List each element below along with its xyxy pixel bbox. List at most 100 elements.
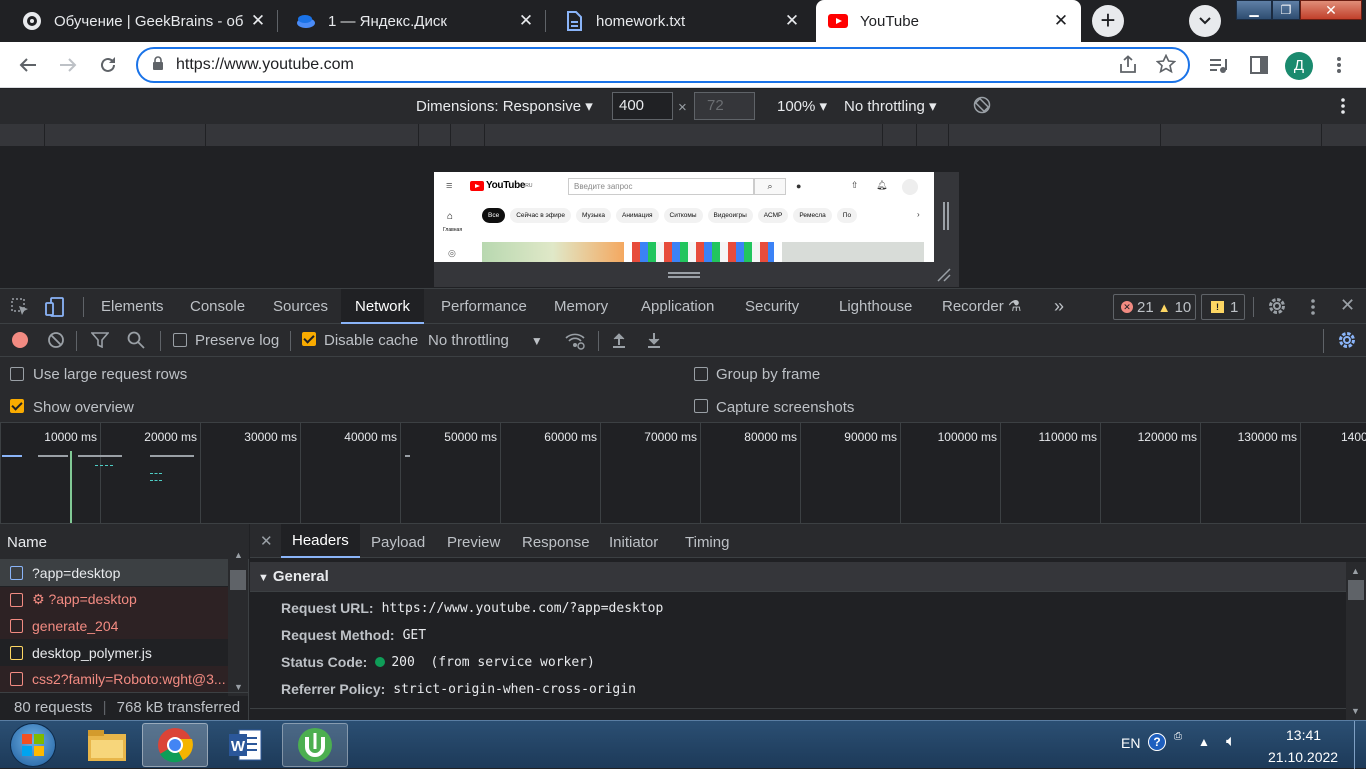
- close-window-button[interactable]: ✕: [1300, 0, 1362, 20]
- side-panel-icon[interactable]: [1245, 51, 1273, 79]
- gear-icon[interactable]: [1267, 296, 1287, 320]
- ruler-segment[interactable]: [1161, 124, 1322, 146]
- zoom-dropdown[interactable]: 100% ▾: [777, 97, 827, 115]
- disable-cache-checkbox[interactable]: [302, 332, 316, 350]
- network-status-icon[interactable]: ⎙: [1174, 731, 1182, 742]
- tab-headers[interactable]: Headers: [281, 524, 360, 558]
- dimensions-dropdown[interactable]: Dimensions: Responsive ▾: [416, 97, 593, 115]
- word-button[interactable]: W: [212, 723, 278, 767]
- youtube-preview[interactable]: ≡ YouTube RU Введите запрос ⌕ ● ⇧ 🔔︎ ⌂ Г…: [434, 172, 934, 262]
- show-overview-checkbox[interactable]: [10, 399, 24, 417]
- lock-icon[interactable]: [152, 55, 164, 75]
- ruler-segment[interactable]: [206, 124, 419, 146]
- close-icon[interactable]: ✕: [246, 11, 270, 31]
- request-row[interactable]: desktop_polymer.js: [0, 640, 228, 666]
- tab-yandex-disk[interactable]: 1 — Яндекс.Диск ✕: [284, 0, 546, 42]
- large-rows-checkbox[interactable]: [10, 367, 24, 385]
- customize-menu-icon[interactable]: [1311, 298, 1315, 320]
- viewport-resize-handle-right[interactable]: [934, 172, 959, 262]
- shorts-icon[interactable]: ◎: [448, 248, 456, 259]
- video-thumbnail[interactable]: [482, 242, 624, 262]
- clear-icon[interactable]: [47, 331, 65, 353]
- ruler-segment[interactable]: [917, 124, 949, 146]
- width-input[interactable]: 400: [612, 92, 673, 120]
- viewport-resize-handle-bottom[interactable]: [434, 262, 959, 287]
- chrome-button[interactable]: [142, 723, 208, 767]
- preserve-log-checkbox[interactable]: [173, 333, 187, 351]
- network-throttling-select[interactable]: No throttling ▼: [428, 332, 543, 349]
- filter-chip[interactable]: Анимация: [616, 208, 659, 223]
- more-tabs-button[interactable]: »: [1054, 289, 1064, 324]
- tab-youtube[interactable]: YouTube ✕: [816, 0, 1081, 42]
- tab-console[interactable]: Console: [190, 289, 245, 324]
- video-thumbnail[interactable]: [632, 242, 774, 262]
- tab-recorder[interactable]: Recorder ⚗: [942, 289, 1021, 324]
- tab-preview[interactable]: Preview: [447, 534, 500, 551]
- tab-geekbrains[interactable]: Обучение | GeekBrains - об ✕: [10, 0, 278, 42]
- avatar[interactable]: [902, 179, 918, 195]
- share-icon[interactable]: [1118, 55, 1138, 80]
- ruler-segment[interactable]: [485, 124, 883, 146]
- request-row[interactable]: generate_204: [0, 613, 228, 639]
- tab-network[interactable]: Network: [341, 289, 425, 324]
- request-row[interactable]: ?app=desktop: [0, 560, 228, 586]
- tab-security[interactable]: Security: [745, 289, 799, 324]
- group-by-frame-checkbox[interactable]: [694, 367, 708, 385]
- ruler-segment[interactable]: [0, 124, 45, 146]
- tab-elements[interactable]: Elements: [101, 289, 164, 324]
- close-devtools-icon[interactable]: ✕: [1340, 295, 1355, 316]
- address-bar[interactable]: https://www.youtube.com: [136, 47, 1190, 83]
- search-icon[interactable]: ⌕: [754, 178, 786, 195]
- media-control-icon[interactable]: [1204, 51, 1232, 79]
- tab-memory[interactable]: Memory: [554, 289, 608, 324]
- profile-avatar[interactable]: Д: [1285, 52, 1313, 80]
- bell-icon[interactable]: 🔔︎: [876, 180, 887, 191]
- maximize-button[interactable]: ❐: [1272, 0, 1300, 20]
- utorrent-button[interactable]: [282, 723, 348, 767]
- tab-lighthouse[interactable]: Lighthouse: [839, 289, 912, 324]
- detail-scrollbar[interactable]: ▲ ▼: [1346, 562, 1366, 720]
- youtube-logo[interactable]: YouTube RU: [470, 180, 532, 191]
- tab-performance[interactable]: Performance: [441, 289, 527, 324]
- filter-chip[interactable]: Все: [482, 208, 506, 223]
- url-text[interactable]: https://www.youtube.com: [176, 56, 354, 74]
- ruler-segment[interactable]: [419, 124, 451, 146]
- error-warning-counter[interactable]: ✕ 21 ▲ 10: [1113, 294, 1196, 320]
- tab-payload[interactable]: Payload: [371, 534, 425, 551]
- inspect-element-icon[interactable]: [11, 298, 29, 320]
- filter-chip[interactable]: Музыка: [576, 208, 611, 223]
- language-indicator[interactable]: EN: [1121, 735, 1140, 751]
- tab-search-button[interactable]: [1189, 5, 1221, 37]
- tab-initiator[interactable]: Initiator: [609, 534, 658, 551]
- show-hidden-icons-icon[interactable]: ▲: [1198, 735, 1210, 749]
- minimize-button[interactable]: ▁: [1236, 0, 1272, 20]
- chevron-right-icon[interactable]: ›: [917, 210, 920, 219]
- filter-chip[interactable]: Ремесла: [793, 208, 832, 223]
- start-button[interactable]: [10, 723, 56, 767]
- name-column-header[interactable]: Name: [0, 524, 249, 560]
- export-har-icon[interactable]: [647, 332, 661, 352]
- throttling-dropdown[interactable]: No throttling ▾: [844, 97, 937, 115]
- video-thumbnail[interactable]: [782, 242, 924, 262]
- reload-icon[interactable]: [94, 51, 122, 79]
- network-conditions-icon[interactable]: [565, 332, 585, 354]
- show-desktop-button[interactable]: [1354, 721, 1366, 769]
- filter-icon[interactable]: [90, 332, 110, 352]
- back-icon[interactable]: [14, 51, 42, 79]
- height-input[interactable]: 72: [694, 92, 755, 120]
- tab-timing[interactable]: Timing: [685, 534, 729, 551]
- filter-chip[interactable]: Видеоигры: [707, 208, 753, 223]
- new-tab-button[interactable]: +: [1092, 5, 1124, 37]
- request-row[interactable]: css2?family=Roboto:wght@3...: [0, 666, 228, 692]
- kebab-menu-icon[interactable]: [1325, 51, 1353, 79]
- speaker-icon[interactable]: 🔈︎: [1226, 733, 1236, 751]
- file-explorer-button[interactable]: [74, 723, 140, 767]
- ruler-segment[interactable]: [883, 124, 917, 146]
- tab-sources[interactable]: Sources: [273, 289, 328, 324]
- record-icon[interactable]: [12, 332, 28, 348]
- ruler-segment[interactable]: [45, 124, 206, 146]
- home-icon[interactable]: ⌂: [447, 211, 453, 222]
- close-icon[interactable]: ✕: [780, 11, 804, 31]
- close-detail-icon[interactable]: ✕: [260, 532, 273, 550]
- microphone-icon[interactable]: ●: [796, 181, 801, 191]
